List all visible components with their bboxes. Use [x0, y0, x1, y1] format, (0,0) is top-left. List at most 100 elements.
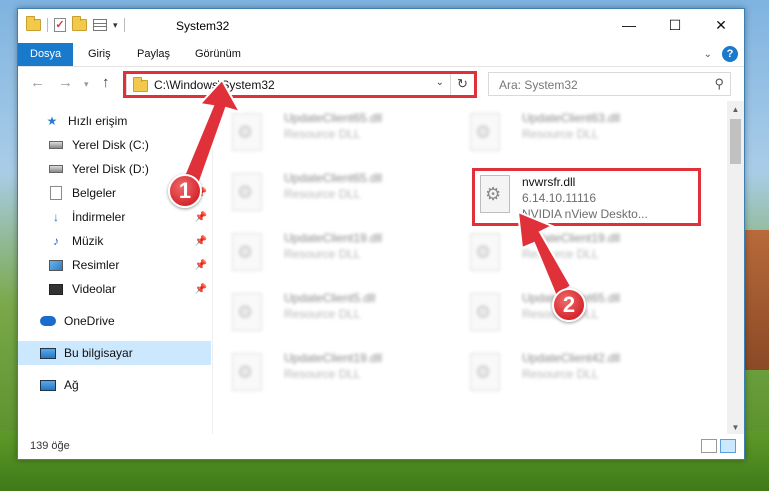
sidebar-item-disk-c[interactable]: Yerel Disk (C:) 📌 [18, 133, 211, 157]
sidebar-item-videos[interactable]: Videolar 📌 [18, 277, 211, 301]
search-box[interactable]: Ara: System32 ⚲ [488, 72, 731, 96]
folder-icon [26, 16, 41, 31]
sidebar-item-this-pc[interactable]: Bu bilgisayar [18, 341, 211, 365]
drive-icon [48, 162, 64, 176]
sidebar-item-label: OneDrive [64, 314, 115, 328]
onedrive-icon [40, 314, 56, 328]
sidebar-item-label: Videolar [72, 282, 116, 296]
tab-dosya[interactable]: Dosya [18, 43, 74, 66]
sidebar-item-label: Müzik [72, 234, 104, 248]
toolbar-separator [123, 18, 125, 32]
quick-access-toolbar: ✓ ▾ [26, 16, 125, 32]
ribbon-controls: ⌄ ? [704, 46, 738, 62]
file-highlight-box [472, 168, 701, 226]
dll-file-icon [232, 293, 262, 331]
drive-icon [48, 138, 64, 152]
file-description: Resource DLL [284, 187, 361, 201]
sidebar-item-music[interactable]: ♪ Müzik 📌 [18, 229, 211, 253]
sidebar-item-label: Yerel Disk (C:) [72, 138, 149, 152]
file-item[interactable]: UpdateClient19.dll Resource DLL [218, 225, 448, 277]
window-title: System32 [176, 19, 230, 33]
sidebar-item-label: Belgeler [72, 186, 117, 200]
music-icon: ♪ [53, 234, 59, 248]
pin-icon: 📌 [194, 259, 207, 271]
properties-check-icon[interactable]: ✓ [54, 18, 66, 32]
sidebar-item-label: Resimler [72, 258, 120, 272]
scroll-up-icon[interactable]: ▲ [727, 101, 744, 118]
dll-file-icon [470, 353, 500, 391]
file-item[interactable]: UpdateClient42.dll Resource DLL [456, 345, 686, 397]
file-description: Resource DLL [522, 367, 599, 381]
search-placeholder[interactable]: Ara: System32 [499, 78, 578, 92]
sidebar-item-label: Bu bilgisayar [64, 346, 133, 360]
new-folder-icon[interactable] [72, 16, 87, 31]
file-name: UpdateClient42.dll [522, 351, 621, 365]
callout-2: 2 [552, 288, 586, 322]
callout-1: 1 [168, 174, 202, 208]
documents-icon [48, 186, 64, 200]
star-icon: ★ [46, 114, 58, 128]
file-item[interactable]: UpdateClient65.dll Resource DLL [218, 105, 448, 157]
file-item[interactable]: UpdateClient19.dll Resource DLL [218, 345, 448, 397]
sidebar-item-label: Hızlı erişim [68, 114, 128, 128]
sidebar-item-pictures[interactable]: Resimler 📌 [18, 253, 211, 277]
navigation-bar: ← → ▾ ↑ C:\Windows\System32 ⌄ ↻ Ara: Sys… [18, 68, 744, 100]
up-arrow-icon[interactable]: ↑ [102, 74, 110, 91]
status-bar: 139 öğe [18, 434, 744, 459]
customize-toolbar-icon[interactable] [93, 19, 107, 31]
maximize-button[interactable]: ☐ [652, 9, 698, 41]
file-explorer-window: ✓ ▾ System32 — ☐ ✕ Dosya Giriş Paylaş Gö… [17, 8, 745, 460]
file-item[interactable]: UpdateClient65.dll Resource DLL [218, 165, 448, 217]
dll-file-icon [232, 353, 262, 391]
forward-arrow-icon[interactable]: → [58, 74, 73, 91]
sidebar-item-onedrive[interactable]: OneDrive [18, 309, 211, 333]
dll-file-icon [470, 293, 500, 331]
tab-gorunum[interactable]: Görünüm [183, 43, 253, 66]
back-arrow-icon[interactable]: ← [30, 74, 45, 91]
pin-icon: 📌 [194, 211, 207, 223]
file-name: UpdateClient65.dll [284, 171, 383, 185]
tab-giris[interactable]: Giriş [76, 43, 123, 66]
sidebar-item-label: İndirmeler [72, 210, 126, 224]
vertical-scrollbar[interactable]: ▲ ▼ [727, 101, 744, 436]
tab-paylas[interactable]: Paylaş [125, 43, 182, 66]
file-list: UpdateClient65.dll Resource DLL UpdateCl… [218, 101, 728, 436]
file-item[interactable]: UpdateClient5.dll Resource DLL [218, 285, 448, 337]
pin-icon: 📌 [194, 235, 207, 247]
sidebar-item-network[interactable]: Ağ [18, 373, 211, 397]
toolbar-dropdown-icon[interactable]: ▾ [113, 20, 118, 31]
file-name: UpdateClient65.dll [284, 111, 383, 125]
network-icon [40, 378, 56, 392]
dll-file-icon [470, 233, 500, 271]
file-description: Resource DLL [284, 307, 361, 321]
dll-file-icon [232, 113, 262, 151]
download-icon: ↓ [53, 210, 59, 224]
pin-icon: 📌 [194, 163, 207, 175]
help-icon[interactable]: ? [722, 46, 738, 62]
sidebar-item-label: Ağ [64, 378, 79, 392]
details-view-icon[interactable] [701, 439, 717, 453]
videos-icon [48, 282, 64, 296]
close-button[interactable]: ✕ [698, 9, 744, 41]
scroll-thumb[interactable] [730, 119, 741, 164]
view-switcher [701, 439, 736, 453]
recent-locations-icon[interactable]: ▾ [84, 79, 89, 90]
sidebar-item-downloads[interactable]: ↓ İndirmeler 📌 [18, 205, 211, 229]
expand-ribbon-icon[interactable]: ⌄ [704, 49, 712, 60]
minimize-button[interactable]: — [606, 9, 652, 41]
file-description: Resource DLL [284, 127, 361, 141]
dll-file-icon [470, 113, 500, 151]
tiles-view-icon[interactable] [720, 439, 736, 453]
search-icon[interactable]: ⚲ [714, 76, 724, 92]
sidebar-item-quick-access[interactable]: ★ Hızlı erişim [18, 109, 211, 133]
file-item[interactable]: UpdateClient19.dll Resource DLL [456, 225, 686, 277]
title-bar: ✓ ▾ System32 — ☐ ✕ [18, 9, 744, 43]
file-item[interactable]: UpdateClient63.dll Resource DLL [456, 105, 686, 157]
sidebar-item-label: Yerel Disk (D:) [72, 162, 149, 176]
address-highlight-box [123, 71, 477, 98]
toolbar-separator [47, 18, 48, 32]
file-name: UpdateClient63.dll [522, 111, 621, 125]
dll-file-icon [232, 173, 262, 211]
item-count: 139 öğe [30, 440, 70, 452]
ribbon-tabs: Dosya Giriş Paylaş Görünüm ⌄ ? [18, 43, 744, 67]
